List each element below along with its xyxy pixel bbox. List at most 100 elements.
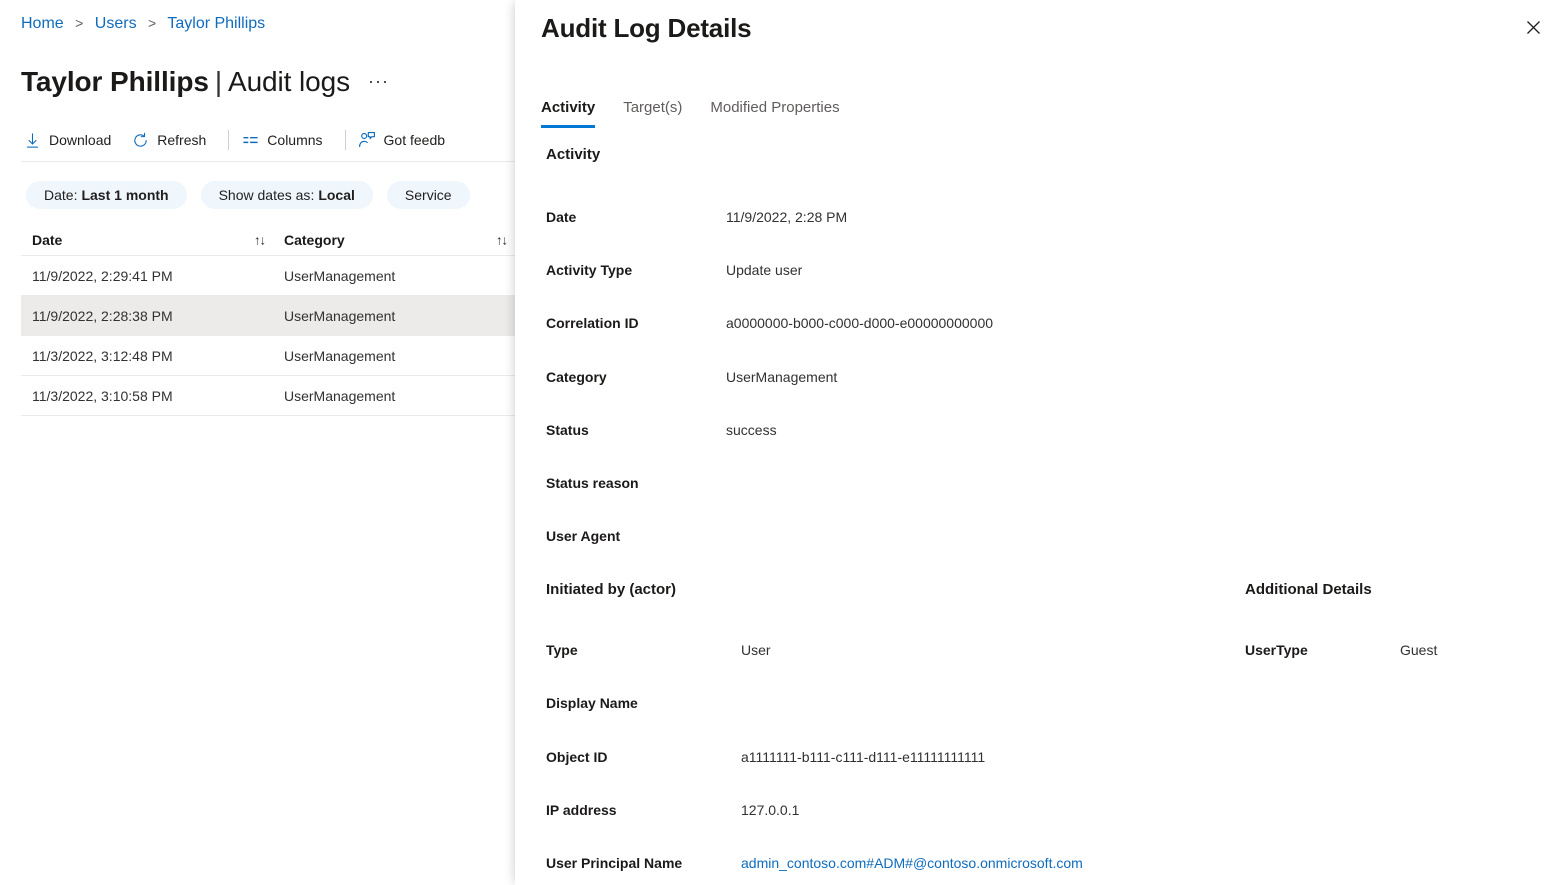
breadcrumb-item-taylor-phillips[interactable]: Taylor Phillips [167, 15, 265, 32]
table-header-row: Date ↑↓ Category ↑↓ [21, 224, 515, 256]
field-actor-ip-address-label: IP address [546, 802, 741, 818]
cell-category: UserManagement [273, 268, 515, 284]
column-header-date[interactable]: Date ↑↓ [21, 232, 273, 248]
field-status-reason-label: Status reason [546, 475, 726, 491]
field-actor-object-id-label: Object ID [546, 749, 741, 765]
download-icon [23, 131, 41, 149]
table-row[interactable]: 11/9/2022, 2:28:38 PM UserManagement [21, 296, 515, 336]
filter-pill-date-name: Date [44, 187, 74, 203]
field-actor-user-principal-name: User Principal Name admin_contoso.com#AD… [546, 855, 1083, 871]
breadcrumb-item-users[interactable]: Users [95, 15, 137, 32]
field-status-reason: Status reason [546, 475, 726, 491]
filter-pill-service-name: Service [405, 187, 452, 203]
filter-pill-date-separator: : [74, 187, 78, 203]
table-row[interactable]: 11/3/2022, 3:10:58 PM UserManagement [21, 376, 515, 416]
field-actor-display-name-label: Display Name [546, 695, 741, 711]
field-activity-type-value: Update user [726, 262, 802, 278]
field-user-agent-label: User Agent [546, 528, 726, 544]
field-actor-type-value: User [741, 642, 771, 658]
sort-icon[interactable]: ↑↓ [254, 233, 265, 246]
cell-date: 11/9/2022, 2:28:38 PM [21, 308, 273, 324]
page-title-subject: Taylor Phillips [21, 66, 209, 97]
field-actor-ip-address-value: 127.0.0.1 [741, 802, 799, 818]
page-title-separator: | [215, 66, 222, 97]
command-divider [345, 130, 346, 150]
cell-category: UserManagement [273, 348, 515, 364]
field-category-value: UserManagement [726, 369, 837, 385]
page-title: Taylor Phillips|Audit logs [21, 63, 350, 101]
field-user-agent: User Agent [546, 528, 726, 544]
got-feedback-label: Got feedb [384, 132, 446, 148]
command-bar-divider [21, 161, 515, 162]
command-divider [228, 130, 229, 150]
audit-log-details-panel: Audit Log Details Activity Target(s) Mod… [515, 0, 1561, 885]
command-bar: Download Refresh Columns [21, 122, 463, 158]
audit-logs-blade: Home > Users > Taylor Phillips Taylor Ph… [0, 0, 515, 885]
field-usertype: UserType Guest [1245, 642, 1437, 658]
field-actor-display-name: Display Name [546, 695, 741, 711]
field-usertype-value: Guest [1400, 642, 1437, 658]
page-title-section: Audit logs [228, 66, 350, 97]
audit-logs-screen: Home > Users > Taylor Phillips Taylor Ph… [0, 0, 1561, 885]
refresh-label: Refresh [157, 132, 206, 148]
field-actor-user-principal-name-value[interactable]: admin_contoso.com#ADM#@contoso.onmicroso… [741, 855, 1083, 871]
section-heading-activity: Activity [546, 146, 600, 163]
field-actor-type-label: Type [546, 642, 741, 658]
breadcrumb-separator: > [148, 15, 156, 31]
download-button[interactable]: Download [21, 124, 121, 156]
field-date-value: 11/9/2022, 2:28 PM [726, 209, 847, 225]
cell-category: UserManagement [273, 308, 515, 324]
columns-label: Columns [267, 132, 322, 148]
column-header-category[interactable]: Category ↑↓ [273, 232, 515, 248]
columns-button[interactable]: Columns [239, 124, 332, 156]
field-actor-user-principal-name-label: User Principal Name [546, 855, 741, 871]
field-actor-ip-address: IP address 127.0.0.1 [546, 802, 799, 818]
field-correlation-id-value: a0000000-b000-c000-d000-e00000000000 [726, 315, 993, 331]
field-actor-object-id-value: a1111111-b111-c111-d111-e11111111111 [741, 749, 985, 765]
table-row[interactable]: 11/3/2022, 3:12:48 PM UserManagement [21, 336, 515, 376]
table-row[interactable]: 11/9/2022, 2:29:41 PM UserManagement [21, 256, 515, 296]
filter-pill-show-dates-as[interactable]: Show dates as : Local [201, 181, 373, 209]
cell-date: 11/3/2022, 3:10:58 PM [21, 388, 273, 404]
breadcrumb: Home > Users > Taylor Phillips [21, 12, 265, 35]
field-date: Date 11/9/2022, 2:28 PM [546, 209, 847, 225]
more-options-button[interactable]: ··· [368, 74, 389, 88]
filter-pill-show-dates-name: Show dates as [219, 187, 311, 203]
cell-date: 11/9/2022, 2:29:41 PM [21, 268, 273, 284]
filter-pill-service[interactable]: Service [387, 181, 470, 209]
field-category-label: Category [546, 369, 726, 385]
audit-logs-table: Date ↑↓ Category ↑↓ 11/9/2022, 2:29:41 P… [21, 224, 515, 416]
field-actor-type: Type User [546, 642, 771, 658]
panel-body: Activity Date 11/9/2022, 2:28 PM Activit… [515, 0, 1561, 885]
filter-pills: Date : Last 1 month Show dates as : Loca… [26, 181, 470, 209]
filter-pill-date[interactable]: Date : Last 1 month [26, 181, 187, 209]
refresh-icon [131, 131, 149, 149]
download-label: Download [49, 132, 111, 148]
got-feedback-button[interactable]: Got feedb [356, 124, 456, 156]
column-header-category-label: Category [284, 232, 345, 248]
sort-icon[interactable]: ↑↓ [496, 233, 507, 246]
section-heading-initiated-by: Initiated by (actor) [546, 581, 676, 598]
section-heading-additional-details: Additional Details [1245, 581, 1372, 598]
column-header-date-label: Date [32, 232, 62, 248]
page-title-row: Taylor Phillips|Audit logs ··· [21, 44, 389, 120]
field-correlation-id: Correlation ID a0000000-b000-c000-d000-e… [546, 315, 993, 331]
cell-date: 11/3/2022, 3:12:48 PM [21, 348, 273, 364]
filter-pill-date-value: Last 1 month [81, 187, 168, 203]
breadcrumb-item-home[interactable]: Home [21, 15, 64, 32]
field-category: Category UserManagement [546, 369, 837, 385]
filter-pill-show-dates-value: Local [318, 187, 355, 203]
field-correlation-id-label: Correlation ID [546, 315, 726, 331]
cell-category: UserManagement [273, 388, 515, 404]
filter-pill-show-dates-separator: : [310, 187, 314, 203]
field-status-label: Status [546, 422, 726, 438]
field-date-label: Date [546, 209, 726, 225]
field-actor-object-id: Object ID a1111111-b111-c111-d111-e11111… [546, 749, 985, 765]
field-usertype-label: UserType [1245, 642, 1400, 658]
field-status: Status success [546, 422, 777, 438]
columns-icon [241, 131, 259, 149]
field-activity-type: Activity Type Update user [546, 262, 802, 278]
breadcrumb-separator: > [75, 15, 83, 31]
refresh-button[interactable]: Refresh [129, 124, 216, 156]
field-status-value: success [726, 422, 777, 438]
